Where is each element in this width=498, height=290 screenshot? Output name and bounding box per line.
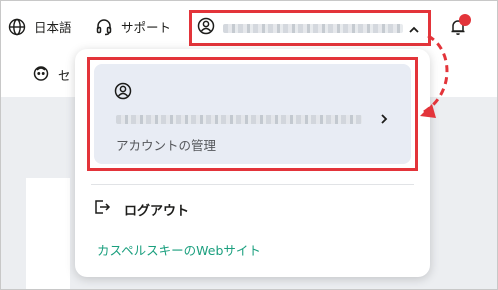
support-link[interactable]: サポート [95, 17, 171, 36]
support-label: サポート [121, 20, 172, 35]
manage-account-label: アカウントの管理 [116, 138, 217, 153]
menu-divider [91, 184, 414, 185]
user-circle-icon [197, 17, 215, 39]
language-selector[interactable]: 日本語 [8, 17, 72, 36]
headset-icon [95, 18, 113, 36]
notification-badge [459, 14, 471, 26]
chevron-right-icon [379, 110, 389, 129]
language-label: 日本語 [34, 20, 72, 35]
face-icon [32, 64, 50, 85]
account-email-redacted [223, 23, 403, 33]
chevron-up-icon [408, 21, 420, 40]
top-navigation-bar: 日本語 サポート [0, 0, 498, 56]
logout-label: ログアウト [124, 203, 190, 219]
user-circle-icon [114, 82, 132, 104]
account-card[interactable]: アカウントの管理 [87, 57, 418, 171]
content-panel [26, 178, 70, 289]
globe-icon [8, 18, 26, 36]
logout-button[interactable]: ログアウト [94, 199, 189, 219]
secondary-nav-label: セ [58, 68, 71, 83]
logout-icon [94, 199, 112, 219]
account-menu-button[interactable] [189, 10, 431, 46]
kaspersky-website-link[interactable]: カスペルスキーのWebサイト [97, 240, 261, 259]
card-email-redacted [116, 115, 362, 124]
secondary-nav-item[interactable]: セ [32, 64, 71, 85]
account-card-body[interactable]: アカウントの管理 [94, 64, 411, 164]
